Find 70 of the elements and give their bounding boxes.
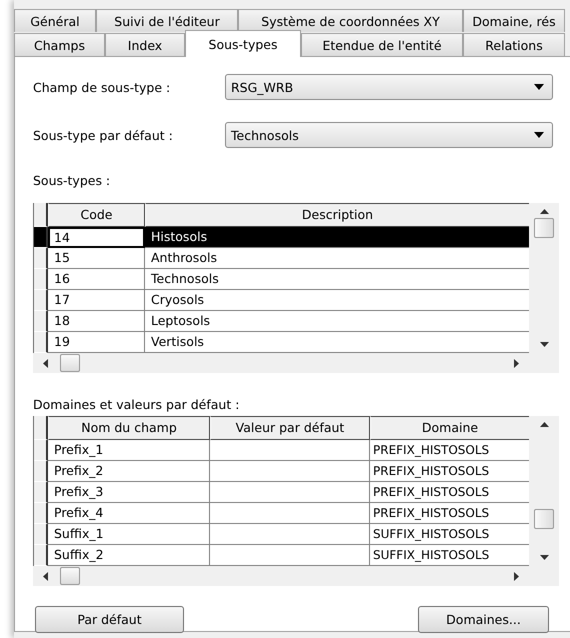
caret-icon xyxy=(534,132,544,138)
row-selector[interactable] xyxy=(34,503,48,524)
scroll-down-icon[interactable] xyxy=(540,342,549,347)
table-cell: 16 xyxy=(48,269,145,290)
row-selector[interactable] xyxy=(34,269,48,290)
table-cell: PREFIX_HISTOSOLS xyxy=(370,461,530,482)
tab[interactable]: Système de coordonnées XY xyxy=(238,9,463,32)
tab[interactable]: Domaine, rés xyxy=(463,9,565,32)
row-selector[interactable] xyxy=(34,311,48,332)
tab[interactable]: Relations xyxy=(463,33,565,56)
scroll-thumb[interactable] xyxy=(60,567,80,585)
scroll-up-icon[interactable] xyxy=(540,422,549,427)
row-selector[interactable] xyxy=(34,440,48,461)
row-selector[interactable] xyxy=(34,332,48,353)
table-cell: Prefix_2 xyxy=(48,461,210,482)
table-cell: Suffix_1 xyxy=(48,524,210,545)
table-cell: Histosols xyxy=(145,227,530,248)
table-cell: Technosols xyxy=(145,269,530,290)
scroll-down-icon[interactable] xyxy=(540,555,549,560)
caret-icon xyxy=(534,84,544,90)
scroll-right-icon[interactable] xyxy=(514,572,519,580)
table-cell: Prefix_3 xyxy=(48,482,210,503)
dropdown[interactable]: RSG_WRB xyxy=(225,74,553,100)
table-cell: 15 xyxy=(48,248,145,269)
row-selector[interactable] xyxy=(34,482,48,503)
table-cell: Anthrosols xyxy=(145,248,530,269)
column-header[interactable]: Valeur par défaut xyxy=(210,416,370,440)
section-label: Domaines et valeurs par défaut : xyxy=(33,397,240,412)
row-header xyxy=(34,416,48,440)
table-cell: SUFFIX_HISTOSOLS xyxy=(370,524,530,545)
table-cell: PREFIX_HISTOSOLS xyxy=(370,440,530,461)
row-selector[interactable] xyxy=(34,545,48,566)
dialog-button[interactable]: Par défaut xyxy=(35,606,184,633)
scroll-thumb[interactable] xyxy=(534,509,554,529)
table-cell: 18 xyxy=(48,311,145,332)
row-selector[interactable] xyxy=(34,227,48,248)
tab[interactable]: Index xyxy=(105,33,185,56)
scroll-thumb[interactable] xyxy=(60,354,80,372)
column-header[interactable]: Domaine xyxy=(370,416,530,440)
scroll-right-icon[interactable] xyxy=(514,358,519,368)
table-cell: PREFIX_HISTOSOLS xyxy=(370,482,530,503)
tab[interactable]: Sous-types xyxy=(185,30,301,57)
scroll-up-icon[interactable] xyxy=(540,209,549,214)
scroll-thumb[interactable] xyxy=(534,218,554,238)
scroll-left-icon[interactable] xyxy=(43,358,48,368)
tab[interactable]: Champs xyxy=(14,33,105,56)
table-cell: Leptosols xyxy=(145,311,530,332)
dropdown[interactable]: Technosols xyxy=(225,122,553,148)
row-header xyxy=(34,203,48,227)
table-cell: Cryosols xyxy=(145,290,530,311)
table-cell: PREFIX_HISTOSOLS xyxy=(370,503,530,524)
table-cell: Prefix_1 xyxy=(48,440,210,461)
column-header[interactable]: Code xyxy=(48,203,145,227)
tab[interactable]: Suivi de l'éditeur xyxy=(96,9,238,32)
table-cell: 14 xyxy=(48,227,145,248)
tab[interactable]: Etendue de l'entité xyxy=(301,33,463,56)
scroll-left-icon[interactable] xyxy=(43,572,48,580)
row-selector[interactable] xyxy=(34,248,48,269)
column-header[interactable]: Nom du champ xyxy=(48,416,210,440)
dialog-button[interactable]: Domaines... xyxy=(418,606,549,633)
table-cell: 17 xyxy=(48,290,145,311)
field-label: Sous-type par défaut : xyxy=(33,128,174,142)
table-cell: Prefix_4 xyxy=(48,503,210,524)
section-label: Sous-types : xyxy=(33,173,112,188)
row-selector[interactable] xyxy=(34,461,48,482)
tab[interactable]: Général xyxy=(14,9,96,32)
column-header[interactable]: Description xyxy=(145,203,530,227)
row-selector[interactable] xyxy=(34,524,48,545)
row-selector[interactable] xyxy=(34,290,48,311)
field-label: Champ de sous-type : xyxy=(33,80,172,94)
